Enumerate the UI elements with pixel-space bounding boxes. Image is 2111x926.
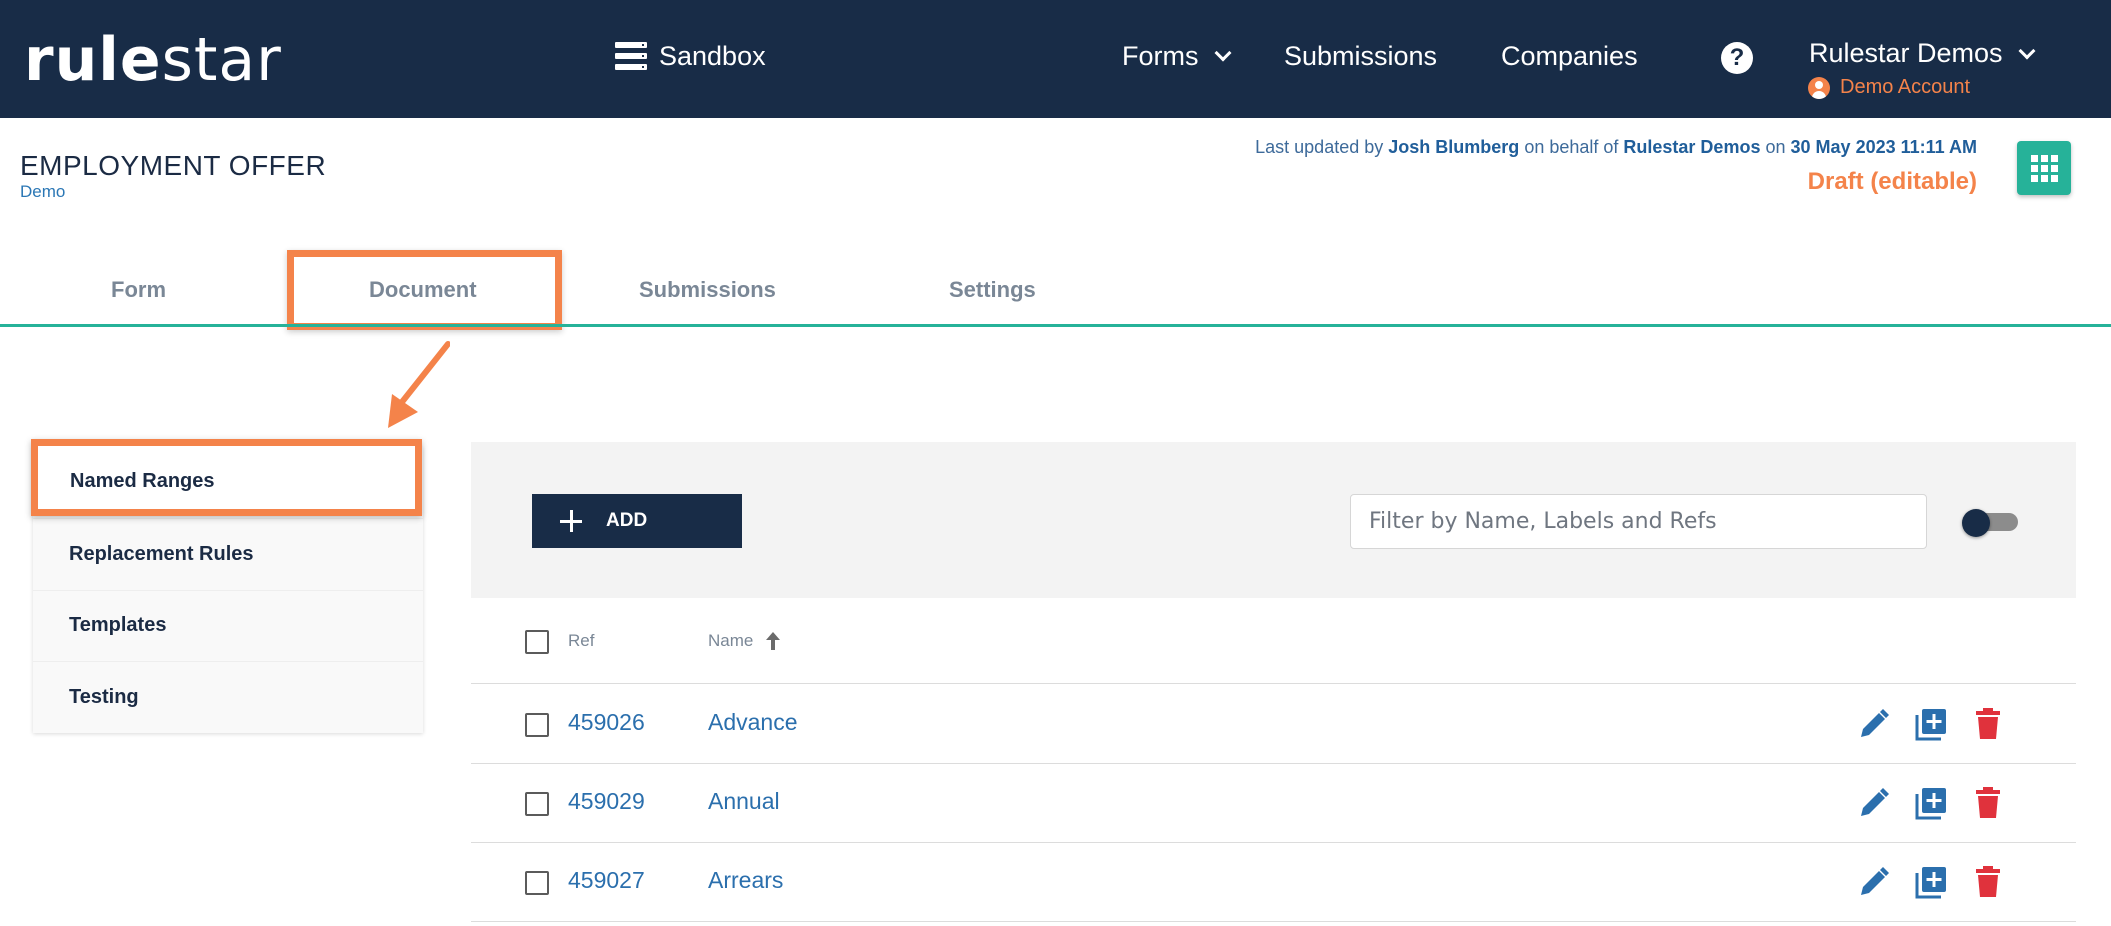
grid-dot (2040, 174, 2048, 182)
column-header-ref[interactable]: Ref (568, 631, 594, 651)
last-updated-user: Josh Blumberg (1388, 137, 1520, 157)
sandbox-label: Sandbox (659, 40, 766, 71)
nav-submissions-label: Submissions (1284, 40, 1438, 71)
user-name-label: Rulestar Demos (1809, 38, 2003, 68)
last-updated-org: Rulestar Demos (1623, 137, 1761, 157)
help-icon[interactable]: ? (1721, 42, 1753, 74)
tab-form[interactable]: Form (111, 277, 166, 303)
delete-icon[interactable] (1974, 707, 2006, 741)
nav-forms-menu[interactable]: Forms (1122, 38, 1231, 74)
delete-icon[interactable] (1974, 786, 2006, 820)
last-updated-info: Last updated by Josh Blumberg on behalf … (1255, 137, 1977, 158)
plus-icon (560, 510, 582, 532)
duplicate-icon[interactable] (1915, 707, 1947, 741)
nav-companies-label: Companies (1501, 40, 1638, 71)
row-ref-link[interactable]: 459026 (568, 709, 645, 736)
add-button-label: ADD (606, 510, 648, 531)
table-row: 459029 Annual (471, 764, 2076, 843)
table-row: 459026 Advance (471, 685, 2076, 764)
row-checkbox[interactable] (525, 871, 549, 895)
grid-dot (2050, 174, 2058, 182)
tab-underline (0, 324, 2111, 327)
filter-toggle[interactable] (1962, 509, 2018, 537)
chevron-down-icon (2018, 42, 2036, 59)
table-header: Ref Name (471, 600, 2076, 684)
nav-companies-link[interactable]: Companies (1501, 38, 1638, 74)
last-updated-on: on (1765, 137, 1786, 157)
top-navbar: rulestar Sandbox Forms Submissions Compa… (0, 0, 2111, 118)
chevron-down-icon (1214, 44, 1231, 62)
annotation-arrow-icon (388, 341, 450, 428)
side-item-testing[interactable]: Testing (33, 661, 423, 733)
nav-submissions-link[interactable]: Submissions (1284, 38, 1437, 74)
duplicate-icon[interactable] (1915, 786, 1947, 820)
filter-input[interactable] (1350, 494, 1927, 549)
last-updated-middle: on behalf of (1524, 137, 1619, 157)
rulestar-logo[interactable]: rulestar (24, 26, 282, 94)
side-item-templates[interactable]: Templates (33, 590, 423, 662)
row-ref-link[interactable]: 459029 (568, 788, 645, 815)
side-item-replacement-rules[interactable]: Replacement Rules (33, 519, 423, 591)
tab-settings[interactable]: Settings (949, 277, 1036, 303)
user-circle-icon (1808, 76, 1830, 99)
user-menu[interactable]: Rulestar Demos (1809, 38, 2036, 69)
grid-dot (2030, 174, 2038, 182)
edit-icon[interactable] (1857, 786, 1889, 820)
grid-dot (2040, 154, 2048, 162)
last-updated-date: 30 May 2023 11:11 AM (1790, 137, 1977, 157)
tab-document[interactable]: Document (369, 277, 477, 303)
delete-icon[interactable] (1974, 865, 2006, 899)
tab-submissions[interactable]: Submissions (639, 277, 776, 303)
page-subtitle[interactable]: Demo (20, 182, 65, 202)
row-name-link[interactable]: Arrears (708, 867, 783, 894)
row-checkbox[interactable] (525, 713, 549, 737)
account-indicator[interactable]: Demo Account (1808, 76, 1970, 99)
grid-dot (2030, 154, 2038, 162)
apps-grid-button[interactable] (2017, 141, 2071, 195)
add-named-range-button[interactable]: ADD (532, 494, 742, 548)
sandbox-indicator[interactable]: Sandbox (615, 38, 766, 74)
grid-dot (2050, 154, 2058, 162)
select-all-checkbox[interactable] (525, 630, 549, 654)
side-item-label: Testing (69, 685, 139, 708)
column-header-name[interactable]: Name (708, 631, 753, 651)
edit-icon[interactable] (1857, 865, 1889, 899)
logo-text-bold: rule (24, 25, 162, 95)
grid-dot (2040, 164, 2048, 172)
row-name-link[interactable]: Advance (708, 709, 798, 736)
edit-icon[interactable] (1857, 707, 1889, 741)
grid-dot (2030, 164, 2038, 172)
side-item-label: Templates (69, 614, 167, 636)
table-row: 459027 Arrears (471, 843, 2076, 922)
status-badge: Draft (editable) (1807, 168, 1977, 195)
server-icon (615, 42, 647, 70)
toggle-knob (1962, 509, 1990, 537)
account-label: Demo Account (1840, 76, 1971, 98)
row-ref-link[interactable]: 459027 (568, 867, 645, 894)
page-title: EMPLOYMENT OFFER (20, 150, 327, 181)
nav-forms-label: Forms (1122, 40, 1199, 71)
grid-dot (2050, 164, 2058, 172)
logo-text-light: star (161, 25, 282, 95)
last-updated-prefix: Last updated by (1255, 137, 1384, 157)
row-name-link[interactable]: Annual (708, 788, 780, 815)
side-item-label: Replacement Rules (69, 543, 254, 565)
row-checkbox[interactable] (525, 792, 549, 816)
duplicate-icon[interactable] (1915, 865, 1947, 899)
sort-ascending-icon[interactable] (766, 632, 780, 650)
side-item-named-ranges-label[interactable]: Named Ranges (70, 470, 215, 493)
